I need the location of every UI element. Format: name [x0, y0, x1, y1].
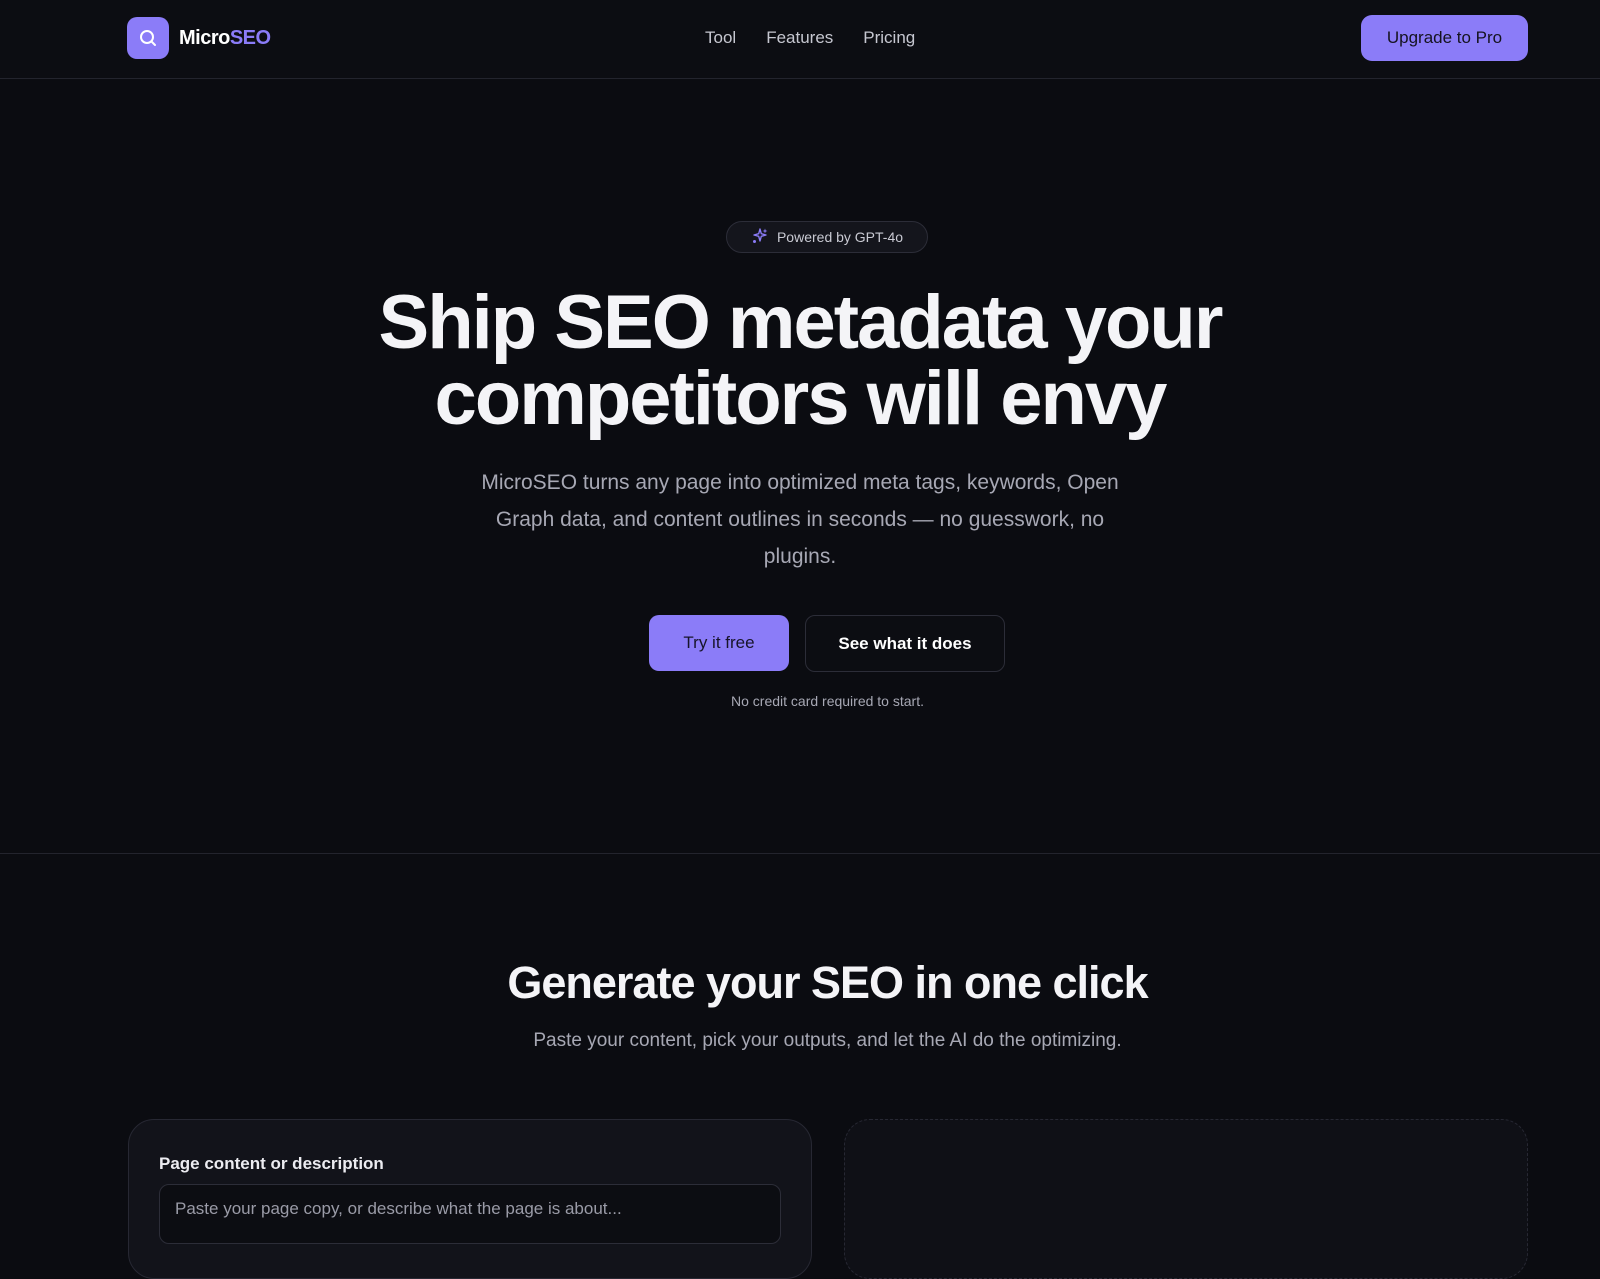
see-what-it-does-button[interactable]: See what it does: [805, 615, 1005, 672]
powered-by-badge: Powered by GPT-4o: [726, 221, 928, 253]
generator-subtitle: Paste your content, pick your outputs, a…: [533, 1030, 1122, 1051]
hero-subtitle: MicroSEO turns any page into optimized m…: [481, 471, 1119, 568]
generator-input-panel: Page content or description: [128, 1119, 812, 1279]
powered-by-text: Powered by GPT-4o: [776, 229, 904, 245]
main-nav: Tool Features Pricing: [705, 26, 915, 50]
brand-name-prefix: Micro: [179, 26, 230, 49]
brand-name: MicroSEO: [179, 27, 271, 50]
page-content-input[interactable]: [159, 1184, 781, 1244]
nav-link-pricing[interactable]: Pricing: [863, 26, 915, 50]
generator-title: Generate your SEO in one click: [507, 957, 1148, 1008]
hero-headline-line-2: competitors will envy: [434, 356, 1168, 441]
no-credit-card-note: No credit card required to start.: [731, 693, 924, 709]
sparkles-icon: [751, 227, 769, 248]
hero-headline: Ship SEO metadata your competitors will …: [300, 285, 1300, 437]
hero-headline-line-1: Ship SEO metadata your: [378, 280, 1224, 365]
hero-section: Powered by GPT-4o Ship SEO metadata your…: [0, 80, 1600, 854]
upgrade-to-pro-button[interactable]: Upgrade to Pro: [1361, 15, 1528, 61]
generator-output-panel: [844, 1119, 1528, 1279]
nav-link-features[interactable]: Features: [766, 26, 833, 50]
search-icon: [127, 17, 169, 59]
top-nav-bar: MicroSEO Tool Features Pricing Upgrade t…: [0, 0, 1600, 79]
brand-logo-link[interactable]: MicroSEO: [127, 17, 271, 59]
try-it-free-button[interactable]: Try it free: [649, 615, 789, 671]
page-content-label: Page content or description: [159, 1154, 384, 1173]
brand-name-suffix: SEO: [229, 26, 271, 49]
nav-link-tool[interactable]: Tool: [705, 26, 736, 50]
hero-cta-group: Try it free See what it does: [649, 615, 1005, 672]
